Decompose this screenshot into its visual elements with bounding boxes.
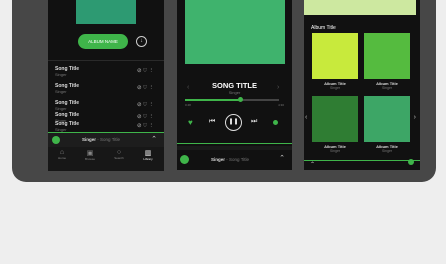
nav-home[interactable]: ⌂ Home [50, 149, 74, 160]
album-artist: Singer [329, 149, 341, 153]
now-playing-label: Singer - Song Title [211, 157, 250, 162]
now-playing-bar[interactable]: Singer - Song Title ⌃ [48, 132, 164, 147]
mini-scrubber [177, 146, 292, 150]
album-tile[interactable] [364, 33, 410, 79]
heart-icon[interactable]: ♥ [188, 118, 193, 127]
now-playing-bar[interactable]: Singer - Song Title ⌃ [177, 152, 292, 166]
album-tile[interactable] [364, 96, 410, 142]
bottom-nav: ⌂ Home ▣ Browse ○ Search ▥ Library [48, 147, 164, 171]
album-artist: Singer [381, 149, 393, 153]
album-name-button[interactable]: ALBUM NAME [78, 34, 128, 49]
chevron-up-icon[interactable]: ⌃ [279, 154, 285, 162]
nav-browse[interactable]: ▣ Browse [78, 149, 102, 161]
song-actions-icon[interactable]: ⊘♡⋮ [137, 114, 155, 120]
song-artist: Singer [55, 106, 67, 111]
song-title: SONG TITLE [212, 81, 257, 90]
singer-name: Singer [228, 90, 241, 95]
album-artist: Singer [329, 86, 341, 90]
nav-library[interactable]: ▥ Library [136, 149, 160, 161]
now-playing-thumb [52, 136, 60, 144]
search-icon: ○ [116, 149, 122, 156]
skip-back-icon[interactable]: ⏮ [209, 118, 215, 126]
divider [48, 60, 164, 61]
album-art [76, 0, 136, 24]
song-artist: Singer [55, 72, 67, 77]
time-elapsed: 0:48 [185, 103, 191, 107]
banner-art [304, 0, 416, 15]
album-artist: Singer [381, 86, 393, 90]
album-tile[interactable] [312, 33, 358, 79]
home-icon: ⌂ [59, 149, 65, 156]
song-actions-icon[interactable]: ⊘♡⋮ [137, 85, 155, 91]
progress-knob[interactable] [237, 97, 243, 102]
status-dot [408, 159, 414, 165]
song-row[interactable]: Song Title Singer ⊘♡⋮ [55, 83, 155, 97]
album-screen: ALBUM NAME ↓ Song Title Singer ⊘♡⋮ Song … [48, 0, 164, 171]
chevron-right-icon[interactable]: › [414, 114, 416, 121]
player-screen: ‹ › SONG TITLE Singer 0:48 4:30 ♥ ⏮ ❚❚ ⏭… [177, 0, 292, 170]
song-actions-icon[interactable]: ⊘♡⋮ [137, 68, 155, 74]
browse-screen: Album Title Album Title Singer Album Tit… [304, 0, 420, 170]
status-dot [273, 120, 278, 125]
divider [177, 143, 292, 144]
playback-controls: ♥ ⏮ ❚❚ ⏭ [177, 114, 292, 132]
chevron-up-icon[interactable]: ⌃ [151, 135, 157, 143]
chevron-up-icon[interactable]: ⌃ [310, 161, 315, 168]
nav-search[interactable]: ○ Search [107, 149, 131, 160]
song-artist: Singer [55, 89, 67, 94]
now-playing-thumb [180, 155, 189, 164]
progress-bar[interactable] [185, 97, 279, 102]
chevron-left-icon[interactable]: ‹ [305, 114, 307, 121]
time-total: 4:30 [278, 103, 284, 107]
pause-button[interactable]: ❚❚ [225, 114, 242, 131]
song-actions-icon[interactable]: ⊘♡⋮ [137, 102, 155, 108]
divider [304, 160, 420, 161]
browse-icon: ▣ [86, 150, 94, 157]
album-tile[interactable] [312, 96, 358, 142]
now-playing-label: Singer - Song Title [82, 137, 121, 142]
section-title: Album Title [311, 25, 336, 31]
progress-fill [185, 99, 240, 101]
album-art [185, 0, 285, 64]
download-icon[interactable]: ↓ [136, 36, 147, 47]
song-actions-icon[interactable]: ⊘♡⋮ [137, 123, 155, 129]
library-icon: ▥ [144, 150, 152, 157]
skip-forward-icon[interactable]: ⏭ [251, 118, 257, 126]
song-row[interactable]: Song Title Singer ⊘♡⋮ [55, 66, 155, 80]
